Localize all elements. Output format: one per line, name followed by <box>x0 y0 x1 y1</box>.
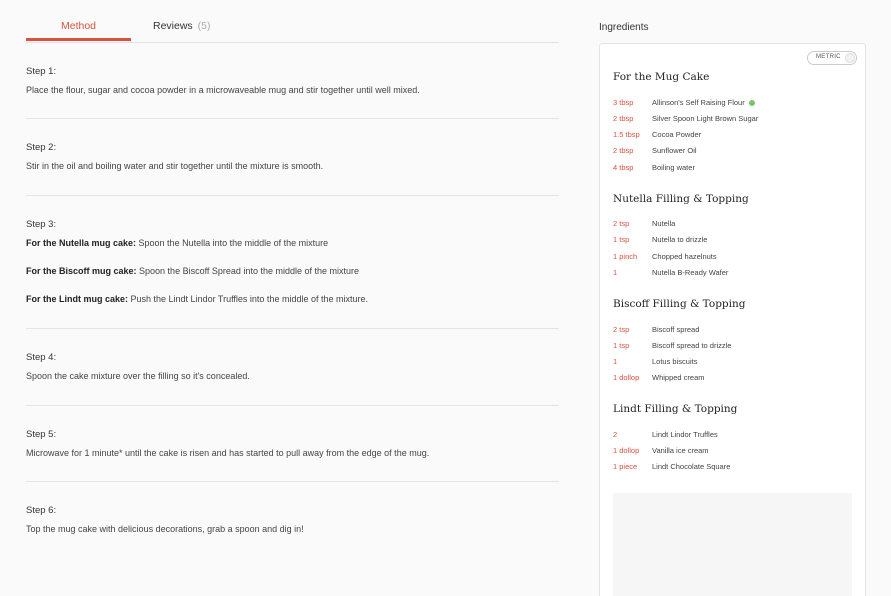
step-text-bold: For the Biscoff mug cake: <box>26 266 137 276</box>
ingredient-name: Nutella B-Ready Wafer <box>652 268 729 277</box>
step-title: Step 4: <box>26 352 57 363</box>
toggle-knob <box>845 53 855 63</box>
ingredient-quantity: 2 tbsp <box>613 114 634 123</box>
step-divider <box>26 195 559 196</box>
ingredient-name: Boiling water <box>652 163 695 172</box>
step-text: Spoon the cake mixture over the filling … <box>26 371 250 381</box>
ingredient-quantity: 1 piece <box>613 462 638 471</box>
step-text: Microwave for 1 minute* until the cake i… <box>26 448 430 458</box>
step-text: Top the mug cake with delicious decorati… <box>26 524 304 534</box>
tab-reviews[interactable]: Reviews (5) <box>153 20 210 32</box>
ingredient-group-title: Lindt Filling & Topping <box>613 403 738 415</box>
ingredient-quantity: 2 <box>613 430 618 439</box>
step-title: Step 1: <box>26 66 57 77</box>
ingredient-quantity: 4 tbsp <box>613 163 634 172</box>
step-title: Step 2: <box>26 142 57 153</box>
ingredient-quantity: 1 pinch <box>613 252 638 261</box>
ingredient-group-title: Nutella Filling & Topping <box>613 193 749 205</box>
step-title: Step 5: <box>26 429 57 440</box>
ingredient-name: Whipped cream <box>652 373 705 382</box>
ingredient-name: Sunflower Oil <box>652 146 697 155</box>
unit-toggle-label: METRIC <box>816 54 841 60</box>
ingredient-quantity: 2 tbsp <box>613 146 634 155</box>
step-text: Stir in the oil and boiling water and st… <box>26 161 324 171</box>
step-divider <box>26 481 559 482</box>
ingredient-name: Nutella <box>652 219 676 228</box>
method-column: Method Reviews (5) Step 1: Place the flo… <box>26 0 559 534</box>
step-text-body: Spoon the Nutella into the middle of the… <box>136 238 329 248</box>
step-6: Step 6: Top the mug cake with delicious … <box>26 505 559 534</box>
ingredients-panel: METRIC For the Mug Cake 3 tbsp Allinson'… <box>599 43 866 596</box>
ingredients-heading: Ingredients <box>599 22 649 33</box>
ingredient-name: Vanilla ice cream <box>652 446 709 455</box>
ad-placeholder <box>613 493 852 596</box>
unit-toggle[interactable]: METRIC <box>807 51 857 65</box>
ingredient-group-title: For the Mug Cake <box>613 71 710 83</box>
ingredient-name: Biscoff spread to drizzle <box>652 341 732 350</box>
step-2: Step 2: Stir in the oil and boiling wate… <box>26 142 559 171</box>
ingredient-quantity: 1.5 tbsp <box>613 130 640 139</box>
active-tab-indicator <box>26 38 131 41</box>
ingredient-quantity: 1 tsp <box>613 235 630 244</box>
step-text-body: Push the Lindt Lindor Truffles into the … <box>128 294 368 304</box>
ingredient-name: Silver Spoon Light Brown Sugar <box>652 114 759 123</box>
step-5: Step 5: Microwave for 1 minute* until th… <box>26 429 559 458</box>
ingredient-name: Nutella to drizzle <box>652 235 708 244</box>
ingredient-name: Chopped hazelnuts <box>652 252 717 261</box>
ingredient-name: Biscoff spread <box>652 325 700 334</box>
step-text-bold: For the Nutella mug cake: <box>26 238 137 248</box>
step-title: Step 6: <box>26 505 57 516</box>
step-text-body: Spoon the Biscoff Spread into the middle… <box>136 266 359 276</box>
tab-reviews-label: Reviews <box>153 20 193 32</box>
step-divider <box>26 328 559 329</box>
ingredient-name: Lotus biscuits <box>652 357 698 366</box>
ingredient-quantity: 1 <box>613 357 618 366</box>
step-text-lindt: For the Lindt mug cake: Push the Lindt L… <box>26 294 559 304</box>
ingredient-quantity: 1 dollop <box>613 446 640 455</box>
step-text-nutella: For the Nutella mug cake: Spoon the Nute… <box>26 238 559 248</box>
ingredient-name-text: Allinson's Self Raising Flour <box>652 98 745 107</box>
step-text: Place the flour, sugar and cocoa powder … <box>26 85 420 95</box>
ingredient-quantity: 3 tbsp <box>613 98 634 107</box>
recipe-tabs: Method Reviews (5) <box>26 0 559 43</box>
step-divider <box>26 118 559 119</box>
ingredient-name: Lindt Lindor Truffles <box>652 430 718 439</box>
step-text-bold: For the Lindt mug cake: <box>26 294 129 304</box>
tab-method[interactable]: Method <box>26 20 131 32</box>
ingredient-quantity: 2 tsp <box>613 219 630 228</box>
ingredient-name: Lindt Chocolate Square <box>652 462 731 471</box>
step-divider <box>26 405 559 406</box>
info-dot-icon[interactable] <box>748 100 755 107</box>
ingredient-quantity: 1 tsp <box>613 341 630 350</box>
reviews-count: (5) <box>197 20 211 32</box>
step-3: Step 3: For the Nutella mug cake: Spoon … <box>26 219 559 304</box>
step-1: Step 1: Place the flour, sugar and cocoa… <box>26 66 559 95</box>
step-4: Step 4: Spoon the cake mixture over the … <box>26 352 559 381</box>
ingredient-name: Cocoa Powder <box>652 130 702 139</box>
ingredient-quantity: 2 tsp <box>613 325 630 334</box>
ingredient-quantity: 1 dollop <box>613 373 640 382</box>
step-title: Step 3: <box>26 219 57 230</box>
ingredient-name: Allinson's Self Raising Flour <box>652 98 755 107</box>
ingredient-group-title: Biscoff Filling & Topping <box>613 298 746 310</box>
step-text-biscoff: For the Biscoff mug cake: Spoon the Bisc… <box>26 266 559 276</box>
ingredient-quantity: 1 <box>613 268 618 277</box>
